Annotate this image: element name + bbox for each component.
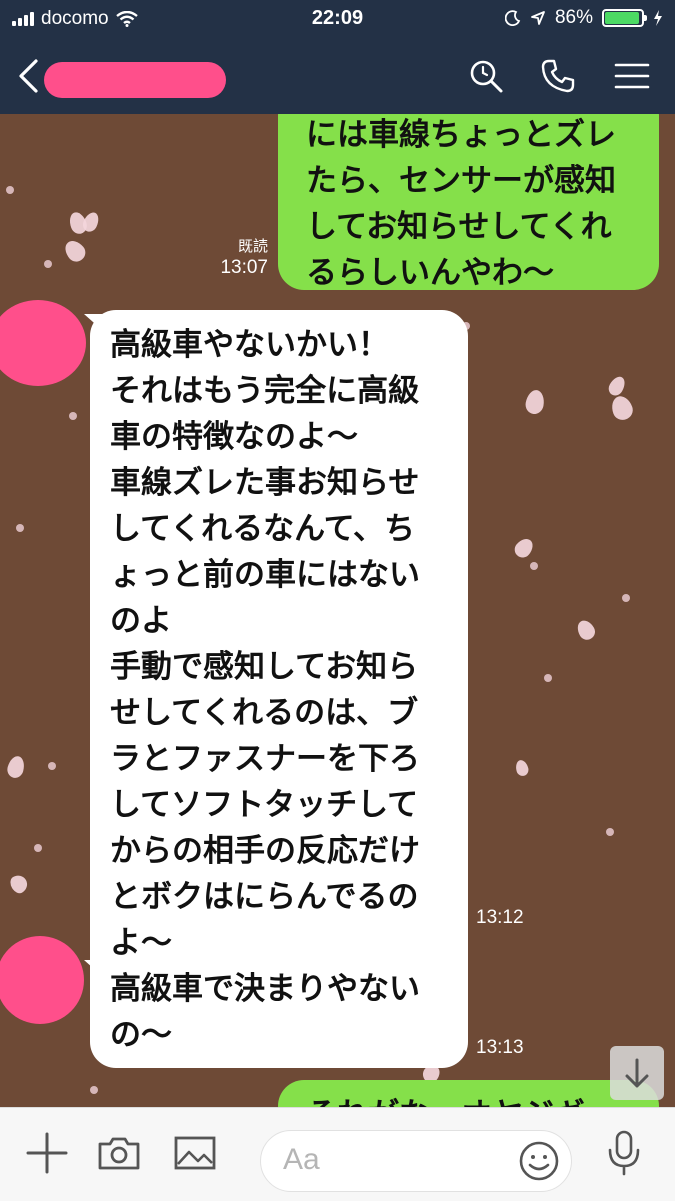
sakura-dot: [69, 412, 77, 420]
sakura-dot: [606, 828, 614, 836]
sakura-dot: [530, 562, 538, 570]
redacted-contact-name: [44, 62, 226, 98]
back-chevron-icon[interactable]: [16, 58, 42, 94]
scroll-to-bottom-button[interactable]: [610, 1046, 664, 1100]
message-line: 手動で感知してお知ら: [110, 649, 419, 685]
message-line: 車の特徴なのよ〜: [110, 419, 358, 455]
search-icon[interactable]: [468, 58, 504, 94]
read-receipt: 既読: [237, 238, 268, 255]
message-time: 13:12: [476, 907, 524, 928]
message-line: ラとファスナーを下ろ: [110, 741, 420, 777]
sakura-dot: [622, 594, 630, 602]
sakura-petal: [5, 754, 27, 780]
camera-icon[interactable]: [96, 1130, 142, 1176]
image-icon[interactable]: [172, 1130, 218, 1176]
message-meta: 既読 13:07: [200, 238, 268, 280]
sakura-dot: [16, 524, 24, 532]
location-icon: [531, 11, 545, 25]
outgoing-message-bubble-partial[interactable]: それがな、オヤジギ: [278, 1080, 659, 1107]
message-line: るらしいんやわ〜: [306, 255, 554, 291]
phone-icon[interactable]: [540, 58, 576, 94]
message-meta: 13:13: [476, 1036, 536, 1060]
message-line: それはもう完全に高級: [110, 373, 420, 409]
message-line: ょっと前の車にはない: [110, 557, 420, 593]
sakura-dot: [90, 1086, 98, 1094]
charging-icon: [654, 10, 662, 26]
message-line: してお知らせしてくれ: [306, 209, 612, 245]
message-line: 高級車やないかい！: [110, 327, 389, 363]
input-placeholder: Aa: [283, 1143, 320, 1176]
battery-icon: [602, 9, 647, 27]
message-line: のよ: [110, 603, 172, 639]
status-bar: docomo 22:09 86%: [0, 0, 675, 38]
sakura-dot: [544, 674, 552, 682]
sakura-petal: [7, 872, 31, 896]
message-time: 13:07: [220, 257, 268, 278]
message-line: せしてくれるのは、ブ: [110, 695, 419, 731]
plus-icon[interactable]: [24, 1130, 70, 1176]
sakura-dot: [44, 260, 52, 268]
incoming-message-bubble[interactable]: 高級車で決まりやない の〜: [90, 956, 468, 1068]
message-input-bar: Aa: [0, 1107, 675, 1201]
message-line: たら、センサーが感知: [306, 163, 616, 199]
sakura-petal: [511, 535, 537, 561]
message-line: の〜: [110, 1017, 172, 1053]
outgoing-message-bubble[interactable]: には車線ちょっとズレ たら、センサーが感知 してお知らせしてくれ るらしいんやわ…: [278, 114, 659, 291]
sakura-dot: [48, 762, 56, 770]
message-line: とボクはにらんでるの: [110, 879, 419, 915]
message-time: 13:13: [476, 1037, 524, 1058]
message-line: 高級車で決まりやない: [110, 971, 420, 1007]
sakura-dot: [6, 186, 14, 194]
message-line: 車線ズレた事お知らせ: [110, 465, 420, 501]
arrow-down-icon: [625, 1058, 649, 1088]
microphone-icon[interactable]: [604, 1130, 644, 1176]
chat-area[interactable]: には車線ちょっとズレ たら、センサーが感知 してお知らせしてくれ るらしいんやわ…: [0, 114, 675, 1107]
incoming-message-bubble[interactable]: 高級車やないかい！ それはもう完全に高級 車の特徴なのよ〜 車線ズレた事お知らせ…: [90, 310, 468, 1040]
message-line: してくれるなんて、ち: [110, 511, 416, 547]
message-text-field[interactable]: Aa: [260, 1130, 572, 1192]
message-line: には車線ちょっとズレ: [306, 117, 616, 153]
message-line: それがな、オヤジギ: [306, 1092, 659, 1107]
message-meta: 13:12: [476, 906, 536, 930]
status-right: 86%: [504, 7, 663, 29]
sakura-petal: [574, 617, 598, 643]
message-line: からの相手の反応だけ: [110, 833, 420, 869]
message-line: してソフトタッチして: [110, 787, 419, 823]
sakura-petal: [514, 758, 530, 778]
sakura-dot: [34, 844, 42, 852]
redacted-avatar[interactable]: [0, 936, 84, 1024]
sakura-petal: [608, 393, 636, 423]
redacted-avatar[interactable]: [0, 300, 86, 386]
menu-icon[interactable]: [614, 58, 650, 94]
sakura-petal: [524, 388, 546, 416]
moon-icon: [504, 10, 521, 26]
emoji-icon[interactable]: [517, 1139, 561, 1183]
battery-percent: 86%: [554, 7, 593, 28]
sakura-petal: [605, 373, 629, 399]
chat-header: [0, 38, 675, 114]
sakura-petal: [61, 236, 89, 266]
